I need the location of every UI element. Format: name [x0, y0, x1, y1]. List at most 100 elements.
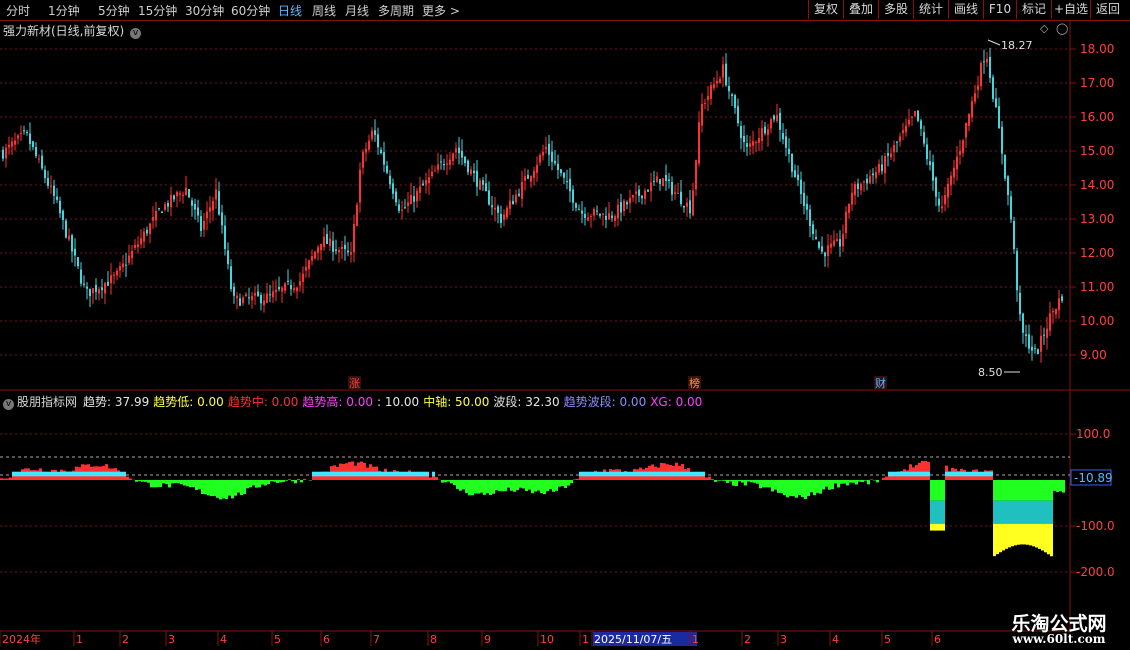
indicator-bar-band: [75, 471, 78, 477]
indicator-bar-band: [600, 471, 603, 477]
indicator-bar-up: [639, 467, 642, 480]
candle-body: [89, 288, 91, 297]
candle-body: [305, 266, 307, 271]
indicator-bar-down: [834, 480, 837, 484]
panel-close-icon[interactable]: ◯: [1056, 22, 1068, 35]
candlestick-chart[interactable]: 18.00 17.00 16.00 15.00 14.00 13.00 12.00 11.00…: [0, 0, 1130, 650]
candle-body: [557, 163, 559, 170]
candle-body: [701, 103, 703, 126]
indicator-bar-up: [621, 472, 624, 480]
indicator-bar-up: [972, 469, 975, 480]
overlay-button[interactable]: 叠加: [843, 0, 878, 19]
chevron-down-icon[interactable]: v: [130, 28, 142, 39]
candle-body: [188, 188, 190, 198]
draw-line-button[interactable]: 画线: [948, 0, 983, 19]
indicator-bar-down: [777, 480, 780, 493]
candle-body: [113, 274, 115, 276]
indicator-bar-extreme: [939, 523, 942, 531]
indicator-bar-down: [270, 480, 273, 482]
chevron-down-icon[interactable]: v: [3, 399, 14, 410]
candle-body: [86, 286, 88, 289]
indicator-bar-up: [645, 467, 648, 480]
indicator-bar-up: [660, 462, 663, 480]
indicator-bar-up: [966, 474, 969, 480]
diamond-icon[interactable]: ◇: [1040, 22, 1048, 35]
candle-body: [908, 119, 910, 125]
indicator-bar-up: [45, 471, 48, 480]
candle-body: [788, 148, 790, 154]
indicator-bar-deep: [1026, 500, 1029, 524]
period-15min[interactable]: 15分钟: [138, 2, 177, 19]
f10-button[interactable]: F10: [983, 0, 1016, 19]
candle-body: [134, 244, 136, 248]
period-multi[interactable]: 多周期: [378, 2, 414, 19]
back-button[interactable]: 返回: [1090, 0, 1125, 19]
indicator-bar-down: [792, 480, 795, 497]
indicator-bar-down: [729, 480, 732, 482]
candle-body: [431, 171, 433, 176]
indicator-bar-down: [291, 480, 294, 482]
stock-title[interactable]: 强力新材(日线,前复权) v: [3, 22, 142, 39]
candle-body: [524, 176, 526, 181]
indicator-bar-up: [369, 464, 372, 480]
time-label: 9: [484, 633, 491, 646]
indicator-bar-deep: [999, 500, 1002, 524]
indicator-bar-down: [252, 480, 255, 486]
indicator-bar-down: [180, 480, 183, 485]
indicator-bar-up: [48, 472, 51, 480]
candle-body: [155, 210, 157, 221]
period-fenshi[interactable]: 分时: [6, 2, 30, 19]
indicator-bar-up: [90, 466, 93, 480]
candle-body: [203, 220, 205, 230]
period-1min[interactable]: 1分钟: [48, 2, 80, 19]
candle-body: [500, 213, 502, 224]
indicator-bar-band: [666, 471, 669, 477]
candle-body: [584, 213, 586, 218]
indicator-bar-up: [423, 472, 426, 480]
indicator-bar-down: [819, 480, 822, 494]
candle-body: [998, 106, 1000, 129]
period-monthly[interactable]: 月线: [345, 2, 369, 19]
indicator-bar-band: [321, 471, 324, 477]
indicator-bar-up: [363, 463, 366, 480]
candle-body: [512, 200, 514, 205]
adjust-button[interactable]: 复权: [808, 0, 843, 19]
candle-body: [917, 110, 919, 121]
candle-body: [386, 165, 388, 173]
mark-button[interactable]: 标记: [1016, 0, 1051, 19]
period-daily[interactable]: 日线: [278, 2, 302, 19]
add-watchlist-button[interactable]: +自选: [1051, 0, 1090, 19]
indicator-bar-extreme: [1020, 523, 1023, 545]
statistics-button[interactable]: 统计: [913, 0, 948, 19]
period-60min[interactable]: 60分钟: [231, 2, 270, 19]
candle-body: [77, 257, 79, 267]
candle-body: [947, 183, 949, 198]
period-5min[interactable]: 5分钟: [98, 2, 130, 19]
candle-body: [236, 295, 238, 299]
candle-body: [923, 132, 925, 144]
indicator-bar-down: [843, 480, 846, 484]
indicator-bar-up: [600, 472, 603, 480]
candle-body: [527, 175, 529, 179]
period-more[interactable]: 更多 >: [422, 2, 460, 19]
candle-body: [518, 193, 520, 196]
period-30min[interactable]: 30分钟: [185, 2, 224, 19]
candle-body: [608, 213, 610, 220]
candle-body: [758, 138, 760, 143]
multi-stock-button[interactable]: 多股: [878, 0, 913, 19]
candle-body: [1034, 348, 1036, 350]
indicator-bar-deep: [1008, 500, 1011, 524]
period-weekly[interactable]: 周线: [312, 2, 336, 19]
indicator-bar-up: [372, 466, 375, 480]
indicator-bar-band: [351, 471, 354, 477]
candle-body: [317, 247, 319, 253]
candle-body: [74, 248, 76, 256]
candle-body: [506, 207, 508, 218]
indicator-bar-up: [978, 473, 981, 480]
candle-body: [488, 190, 490, 205]
indicator-bar-band: [627, 471, 630, 477]
candle-body: [866, 178, 868, 184]
price-tick-label: 17.00: [1080, 76, 1114, 90]
indicator-bar-band: [69, 471, 72, 477]
indicator-bar-band: [699, 471, 702, 477]
